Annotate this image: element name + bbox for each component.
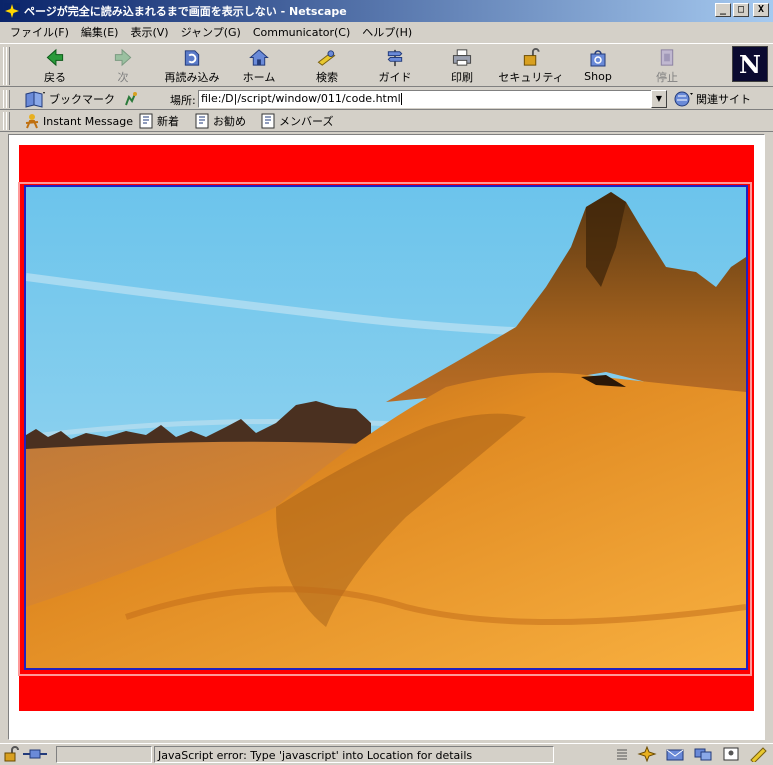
menu-bar: ファイル(F) 編集(E) 表示(V) ジャンプ(G) Communicator…	[0, 22, 773, 42]
navigator-icon[interactable]	[637, 746, 657, 762]
guide-button[interactable]: ガイド	[365, 47, 425, 85]
component-grip-icon[interactable]	[615, 747, 629, 761]
navigation-toolbar: 戻る 次 再読み込み ホーム 検索 ガイド 印刷 セキュリティ Shop 停止 …	[0, 43, 773, 87]
composer-icon[interactable]	[749, 746, 769, 762]
instant-message-person-icon	[25, 114, 39, 129]
instant-message-button[interactable]: Instant Message	[24, 112, 133, 130]
padlock-icon	[523, 48, 540, 66]
text-caret	[400, 93, 402, 105]
url-input[interactable]: file:/D|/script/window/011/code.html	[198, 90, 652, 108]
menu-file[interactable]: ファイル(F)	[4, 24, 75, 40]
members-bookmark-button[interactable]: メンバーズ	[260, 112, 333, 130]
menu-go[interactable]: ジャンプ(G)	[175, 24, 247, 40]
personal-toolbar: Instant Message 新着 お勧め メンバーズ	[0, 110, 773, 132]
desert-landscape-image	[24, 185, 748, 670]
status-bar: JavaScript error: Type 'javascript' into…	[0, 743, 773, 765]
forward-arrow-icon	[114, 48, 132, 67]
back-arrow-icon	[46, 48, 64, 67]
toolbar-grip[interactable]	[3, 47, 11, 85]
recommend-bookmark-button[interactable]: お勧め	[194, 112, 246, 130]
menu-help[interactable]: ヘルプ(H)	[356, 24, 418, 40]
title-bar[interactable]: ページが完全に読み込まれるまで画面を表示しない - Netscape _ □ X	[0, 0, 773, 22]
desert-mountain-illustration	[26, 187, 746, 668]
location-label: 場所:	[170, 94, 196, 107]
bookmark-book-icon	[25, 91, 45, 108]
window-title: ページが完全に読み込まれるまで画面を表示しない - Netscape	[24, 5, 347, 18]
print-button[interactable]: 印刷	[432, 47, 492, 85]
mail-icon[interactable]	[665, 746, 685, 762]
progress-indicator	[56, 746, 152, 763]
reload-icon	[184, 50, 200, 66]
personal-toolbar-grip[interactable]	[3, 112, 11, 130]
related-sites-button[interactable]: 関連サイト	[674, 89, 751, 109]
location-bar: ブックマーク 場所: file:/D|/script/window/011/co…	[0, 88, 773, 110]
menu-communicator[interactable]: Communicator(C)	[247, 26, 356, 39]
url-dropdown-button[interactable]: ▼	[651, 90, 667, 108]
location-grip[interactable]	[3, 90, 11, 108]
status-text-area: JavaScript error: Type 'javascript' into…	[154, 746, 554, 763]
bookmark-page-icon	[261, 113, 275, 129]
back-button[interactable]: 戻る	[25, 47, 85, 85]
shop-bag-icon	[590, 50, 606, 67]
newsgroups-icon[interactable]	[693, 746, 713, 762]
maximize-button[interactable]: □	[733, 3, 749, 17]
guide-signpost-icon	[387, 49, 403, 67]
search-button[interactable]: 検索	[297, 47, 357, 85]
stop-button[interactable]: 停止	[637, 47, 697, 85]
new-bookmark-button[interactable]: 新着	[138, 112, 179, 130]
printer-icon	[452, 49, 472, 66]
shop-button[interactable]: Shop	[568, 47, 628, 85]
close-button[interactable]: X	[753, 3, 769, 17]
status-message: JavaScript error: Type 'javascript' into…	[158, 749, 473, 762]
bookmark-page-icon	[139, 113, 153, 129]
minimize-button[interactable]: _	[715, 3, 731, 17]
menu-view[interactable]: 表示(V)	[124, 24, 174, 40]
online-status-icon[interactable]	[22, 746, 48, 762]
netscape-logo[interactable]: N	[732, 46, 768, 82]
reload-button[interactable]: 再読み込み	[160, 47, 224, 85]
forward-button[interactable]: 次	[93, 47, 153, 85]
bookmarks-button[interactable]: ブックマーク	[24, 89, 115, 109]
security-lock-icon[interactable]	[2, 746, 20, 762]
home-button[interactable]: ホーム	[229, 47, 289, 85]
netscape-app-icon	[4, 3, 20, 19]
security-button[interactable]: セキュリティ	[498, 47, 564, 85]
bookmark-page-icon	[195, 113, 209, 129]
home-icon	[249, 49, 269, 66]
related-sites-icon	[674, 91, 693, 107]
search-icon	[317, 50, 336, 66]
menu-edit[interactable]: 編集(E)	[75, 24, 125, 40]
page-proxy-icon[interactable]	[123, 91, 139, 107]
stop-icon	[660, 49, 674, 66]
address-book-icon[interactable]	[721, 746, 741, 762]
